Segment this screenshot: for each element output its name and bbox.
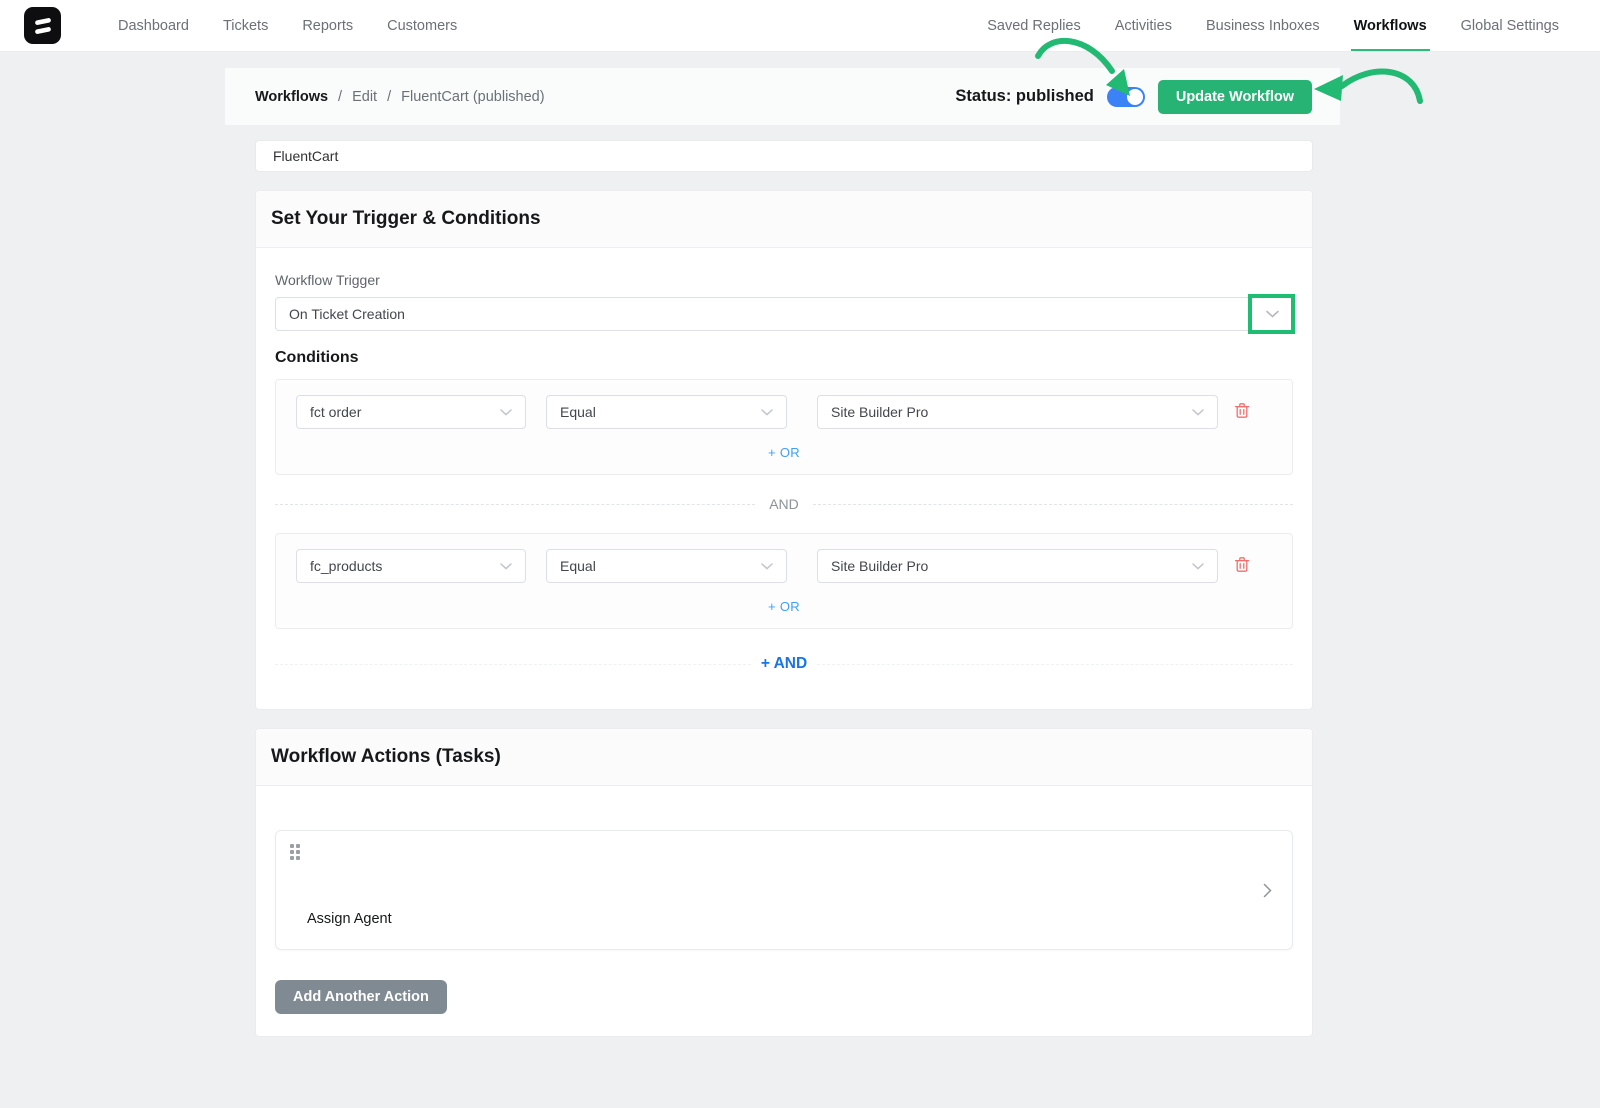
nav-item-saved-replies[interactable]: Saved Replies [970, 0, 1098, 51]
nav-item-dashboard[interactable]: Dashboard [101, 0, 206, 51]
action-label: Assign Agent [307, 911, 392, 927]
trash-icon [1234, 556, 1250, 576]
status-and-update-group: Status: published Update Workflow [955, 80, 1312, 114]
condition-operator-select[interactable]: Equal [546, 395, 787, 429]
nav-item-business-inboxes[interactable]: Business Inboxes [1189, 0, 1337, 51]
add-and-row: + AND [275, 655, 1293, 673]
delete-condition-button[interactable] [1234, 402, 1250, 422]
action-item-assign-agent[interactable]: Assign Agent [275, 830, 1293, 950]
workflow-edit-page: Dashboard Tickets Reports Customers Save… [0, 0, 1600, 1108]
condition-field-select[interactable]: fct order [296, 395, 526, 429]
condition-row: fct order Equal Site Builder Pro [296, 395, 1272, 429]
conditions-heading: Conditions [275, 349, 1293, 367]
chevron-down-icon [1266, 310, 1279, 318]
chevron-down-icon [1192, 563, 1204, 570]
actions-card-title: Workflow Actions (Tasks) [271, 746, 1297, 768]
workflow-actions-card: Workflow Actions (Tasks) Assign Agent Ad… [255, 728, 1313, 1037]
nav-item-customers[interactable]: Customers [370, 0, 474, 51]
chevron-right-icon [1263, 883, 1272, 903]
condition-value-select[interactable]: Site Builder Pro [817, 395, 1218, 429]
condition-value-select[interactable]: Site Builder Pro [817, 549, 1218, 583]
trigger-card-title: Set Your Trigger & Conditions [271, 208, 1297, 230]
breadcrumb-workflows-link[interactable]: Workflows [255, 89, 328, 105]
breadcrumb-separator: / [387, 89, 391, 105]
nav-right-group: Saved Replies Activities Business Inboxe… [970, 0, 1576, 51]
nav-left-group: Dashboard Tickets Reports Customers [101, 0, 474, 51]
condition-value-text: Site Builder Pro [831, 404, 928, 420]
trash-icon [1234, 402, 1250, 422]
status-label: Status: published [955, 87, 1093, 106]
nav-item-global-settings[interactable]: Global Settings [1444, 0, 1576, 51]
add-or-condition-button[interactable]: + OR [768, 599, 800, 614]
workflow-trigger-select[interactable]: On Ticket Creation [275, 297, 1293, 331]
chevron-down-icon [500, 409, 512, 416]
toggle-knob [1127, 89, 1143, 105]
condition-group: fct order Equal Site Builder Pro [275, 379, 1293, 475]
breadcrumb-workflow-name: FluentCart (published) [401, 89, 544, 105]
actions-card-body: Assign Agent Add Another Action [256, 786, 1312, 1036]
arrow-to-update-button [1342, 72, 1420, 101]
add-another-action-button[interactable]: Add Another Action [275, 980, 447, 1014]
workflow-name-input[interactable] [255, 140, 1313, 172]
update-workflow-button[interactable]: Update Workflow [1158, 80, 1312, 114]
fluent-support-logo-icon[interactable] [24, 7, 61, 44]
condition-field-value: fc_products [310, 558, 382, 574]
chevron-down-icon [761, 563, 773, 570]
delete-condition-button[interactable] [1234, 556, 1250, 576]
nav-item-activities[interactable]: Activities [1098, 0, 1189, 51]
top-navbar: Dashboard Tickets Reports Customers Save… [0, 0, 1600, 52]
nav-item-workflows[interactable]: Workflows [1337, 0, 1444, 51]
workflow-header-bar: Workflows / Edit / FluentCart (published… [225, 68, 1340, 125]
workflow-trigger-label: Workflow Trigger [275, 272, 1293, 288]
status-toggle[interactable] [1107, 87, 1145, 107]
breadcrumb-separator: / [338, 89, 342, 105]
condition-operator-value: Equal [560, 558, 596, 574]
breadcrumb: Workflows / Edit / FluentCart (published… [255, 89, 545, 105]
workflow-trigger-value: On Ticket Creation [289, 306, 405, 322]
and-group-divider: AND [275, 496, 1293, 512]
chevron-down-icon [500, 563, 512, 570]
and-divider-label: AND [769, 496, 799, 512]
condition-row: fc_products Equal Site Builder Pro [296, 549, 1272, 583]
nav-item-reports[interactable]: Reports [285, 0, 370, 51]
condition-value-text: Site Builder Pro [831, 558, 928, 574]
drag-handle-icon[interactable] [290, 844, 300, 860]
actions-card-header: Workflow Actions (Tasks) [256, 729, 1312, 786]
trigger-card-header: Set Your Trigger & Conditions [256, 191, 1312, 248]
condition-operator-value: Equal [560, 404, 596, 420]
chevron-down-icon [761, 409, 773, 416]
condition-operator-select[interactable]: Equal [546, 549, 787, 583]
breadcrumb-edit: Edit [352, 89, 377, 105]
add-or-condition-button[interactable]: + OR [768, 445, 800, 460]
workflow-trigger-select-wrap: On Ticket Creation [275, 297, 1293, 331]
condition-group: fc_products Equal Site Builder Pro [275, 533, 1293, 629]
trigger-card-body: Workflow Trigger On Ticket Creation Cond… [256, 248, 1312, 709]
add-and-group-button[interactable]: + AND [761, 655, 807, 673]
nav-item-tickets[interactable]: Tickets [206, 0, 285, 51]
condition-field-value: fct order [310, 404, 361, 420]
main-content: Set Your Trigger & Conditions Workflow T… [255, 140, 1313, 1037]
trigger-conditions-card: Set Your Trigger & Conditions Workflow T… [255, 190, 1313, 710]
chevron-down-icon [1192, 409, 1204, 416]
condition-field-select[interactable]: fc_products [296, 549, 526, 583]
